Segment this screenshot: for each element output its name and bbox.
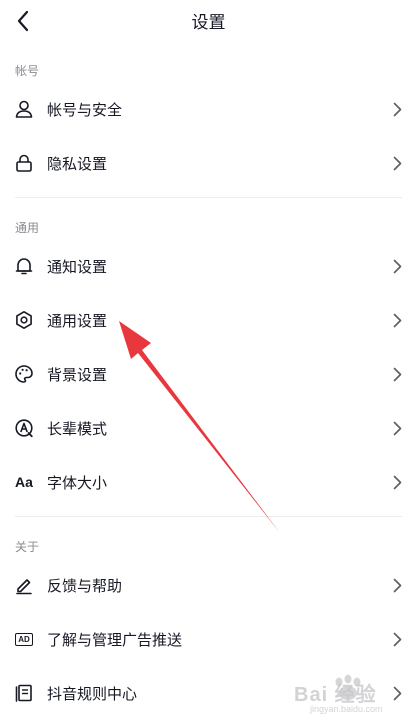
settings-item-label: 隐私设置 <box>47 154 108 173</box>
section-label-general: 通用 <box>15 221 40 235</box>
settings-item-notifications[interactable]: 通知设置 <box>0 239 417 293</box>
chevron-right-icon <box>391 474 403 490</box>
settings-item-label: 反馈与帮助 <box>47 576 123 595</box>
chevron-right-icon <box>391 366 403 382</box>
top-bar: 设置 <box>0 0 417 42</box>
settings-item-privacy[interactable]: 隐私设置 <box>0 136 417 190</box>
palette-icon <box>13 363 35 385</box>
elder-mode-icon <box>13 417 35 439</box>
settings-item-elder-mode[interactable]: 长辈模式 <box>0 401 417 455</box>
chevron-right-icon <box>391 155 403 171</box>
settings-item-font-size[interactable]: Aa 字体大小 <box>0 455 417 509</box>
person-icon <box>13 98 35 120</box>
font-size-icon: Aa <box>15 474 33 490</box>
settings-item-label: 通知设置 <box>47 257 108 276</box>
settings-item-label: 帐号与安全 <box>47 100 123 119</box>
settings-item-ad-management[interactable]: AD 了解与管理广告推送 <box>0 612 417 666</box>
chevron-right-icon <box>391 420 403 436</box>
settings-item-general[interactable]: 通用设置 <box>0 293 417 347</box>
watermark: Bai 经验 jingyan.baidu.com <box>292 666 414 718</box>
bell-icon <box>13 255 35 277</box>
chevron-right-icon <box>391 631 403 647</box>
ad-icon: AD <box>13 628 35 650</box>
pencil-icon <box>13 574 35 596</box>
section-label-account: 帐号 <box>15 64 40 78</box>
page-title: 设置 <box>191 13 226 33</box>
settings-item-label: 通用设置 <box>47 311 108 330</box>
rules-book-icon <box>13 682 35 704</box>
settings-item-background[interactable]: 背景设置 <box>0 347 417 401</box>
chevron-right-icon <box>391 101 403 117</box>
settings-item-label: 字体大小 <box>47 473 108 492</box>
section-label-about: 关于 <box>15 540 40 554</box>
section-divider <box>15 516 402 517</box>
settings-item-label: 长辈模式 <box>47 419 108 438</box>
settings-item-label: 抖音规则中心 <box>47 684 138 703</box>
chevron-right-icon <box>391 258 403 274</box>
settings-item-label: 背景设置 <box>47 365 108 384</box>
settings-item-feedback[interactable]: 反馈与帮助 <box>0 558 417 612</box>
chevron-right-icon <box>391 577 403 593</box>
watermark-text: Bai 经验 <box>294 684 377 706</box>
watermark-subtext: jingyan.baidu.com <box>310 704 383 714</box>
chevron-right-icon <box>391 312 403 328</box>
lock-icon <box>13 152 35 174</box>
section-divider <box>15 197 402 198</box>
settings-item-account-security[interactable]: 帐号与安全 <box>0 82 417 136</box>
gear-icon <box>13 309 35 331</box>
settings-item-label: 了解与管理广告推送 <box>47 630 183 649</box>
